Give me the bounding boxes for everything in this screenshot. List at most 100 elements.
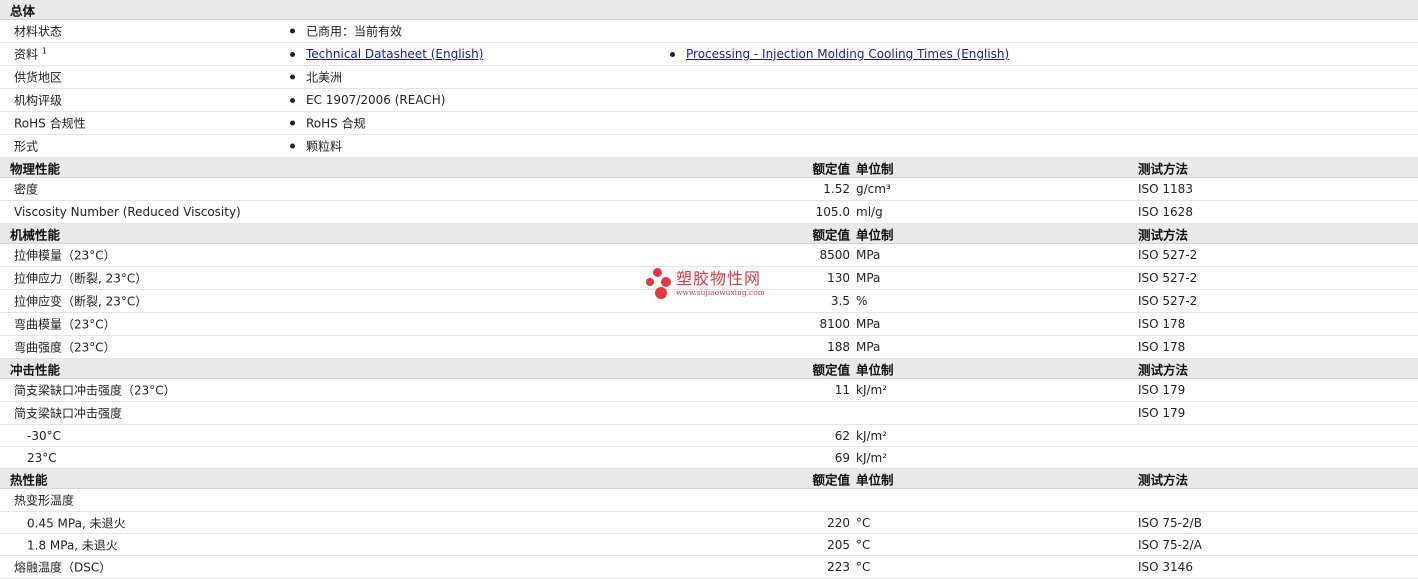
datasheet-link[interactable]: Technical Datasheet (English) xyxy=(306,47,483,61)
property-row: 拉伸应变（断裂, 23°C） 3.5% ISO 527-2 xyxy=(0,290,1418,313)
property-value: 1.52 xyxy=(823,182,850,196)
general-row: 机构评级 EC 1907/2006 (REACH) xyxy=(0,89,1418,112)
property-test-method: ISO 3146 xyxy=(1138,560,1193,574)
column-header-value: 额定值 xyxy=(812,362,850,377)
general-row: 材料状态 已商用：当前有效 xyxy=(0,20,1418,43)
general-row: RoHS 合规性 RoHS 合规 xyxy=(0,112,1418,135)
column-header-value: 额定值 xyxy=(812,227,850,242)
property-value: 188 xyxy=(827,340,850,354)
property-row: 弯曲强度（23°C） 188 MPa ISO 178 xyxy=(0,336,1418,359)
property-unit: kJ/m² xyxy=(856,383,888,397)
property-row: 简支梁缺口冲击强度 ISO 179 xyxy=(0,402,1418,425)
general-rows: 材料状态 已商用：当前有效资料 1 Technical Datasheet (Eng… xyxy=(0,20,1418,158)
datasheet: 总体 材料状态 已商用：当前有效资料 1 Technical Datasheet (… xyxy=(0,0,1418,579)
section-header: 物理性能 额定值 单位制 测试方法 xyxy=(0,158,1418,178)
property-unit: °C xyxy=(856,560,871,574)
property-row: 热变形温度 xyxy=(0,489,1418,512)
general-row-value: 已商用：当前有效 xyxy=(306,24,403,39)
property-label: 热变形温度 xyxy=(14,493,75,508)
property-value: 8500 xyxy=(819,248,850,262)
property-label: 密度 xyxy=(14,182,39,197)
section-header: 冲击性能 额定值 单位制 测试方法 xyxy=(0,359,1418,379)
section-title: 机械性能 xyxy=(10,227,61,242)
property-value: 223 xyxy=(827,560,850,574)
property-row: 0.45 MPa, 未退火 220 °C ISO 75-2/B xyxy=(0,512,1418,534)
property-label: 23°C xyxy=(27,450,57,465)
section-header: 机械性能 额定值 单位制 测试方法 xyxy=(0,224,1418,244)
property-row: 拉伸应力（断裂, 23°C） 130 MPa ISO 527-2 xyxy=(0,267,1418,290)
property-test-method: ISO 178 xyxy=(1138,317,1186,331)
general-row-label: 材料状态 xyxy=(14,24,63,39)
property-row: 23°C 69 kJ/m² xyxy=(0,447,1418,469)
general-row-value: 颗粒料 xyxy=(306,139,343,154)
property-label: 弯曲强度（23°C） xyxy=(14,340,116,355)
general-row-value: RoHS 合规 xyxy=(306,116,366,131)
property-test-method: ISO 527-2 xyxy=(1138,271,1198,285)
property-unit: % xyxy=(856,294,868,308)
general-row-value: 北美洲 xyxy=(306,70,343,85)
column-header-unit: 单位制 xyxy=(856,161,894,176)
property-test-method: ISO 178 xyxy=(1138,340,1186,354)
property-value: 8100 xyxy=(819,317,850,331)
property-test-method: ISO 75-2/A xyxy=(1138,537,1202,552)
property-label: 熔融温度（DSC） xyxy=(14,560,112,575)
property-row: Viscosity Number (Reduced Viscosity) 105.… xyxy=(0,201,1418,224)
general-row-label: RoHS 合规性 xyxy=(14,116,86,131)
general-row: 形式 颗粒料 xyxy=(0,135,1418,158)
property-value: 69 xyxy=(834,450,850,465)
column-header-value: 额定值 xyxy=(812,161,850,176)
bullet-icon xyxy=(670,51,675,57)
property-unit: °C xyxy=(856,515,871,530)
property-value: 220 xyxy=(827,515,850,530)
section-title: 冲击性能 xyxy=(10,362,61,377)
property-label: 1.8 MPa, 未退火 xyxy=(27,538,118,552)
general-row-label: 资料 1 xyxy=(14,46,47,62)
property-label: 拉伸应变（断裂, 23°C） xyxy=(14,294,148,309)
property-test-method: ISO 1183 xyxy=(1138,182,1193,196)
property-value: 62 xyxy=(834,428,850,443)
section-title: 物理性能 xyxy=(10,161,61,176)
property-unit: kJ/m² xyxy=(856,450,888,465)
property-label: 简支梁缺口冲击强度 xyxy=(14,406,123,421)
column-header-test-method: 测试方法 xyxy=(1138,472,1189,487)
property-unit: °C xyxy=(856,537,871,552)
section-header-general: 总体 xyxy=(0,0,1418,20)
property-sections: 物理性能 额定值 单位制 测试方法 密度 1.52 g/cm³ ISO 1183 Viscosi… xyxy=(0,158,1418,579)
property-test-method: ISO 527-2 xyxy=(1138,248,1198,262)
property-test-method: ISO 179 xyxy=(1138,383,1186,397)
section-title: 总体 xyxy=(10,3,36,18)
property-test-method: ISO 527-2 xyxy=(1138,294,1198,308)
property-label: -30°C xyxy=(27,428,61,443)
property-value: 105.0 xyxy=(815,205,850,219)
property-label: 0.45 MPa, 未退火 xyxy=(27,516,126,530)
column-header-test-method: 测试方法 xyxy=(1138,161,1189,176)
property-label: 简支梁缺口冲击强度（23°C） xyxy=(14,383,176,398)
property-unit: g/cm³ xyxy=(856,182,891,196)
column-header-unit: 单位制 xyxy=(856,227,894,242)
property-value: 11 xyxy=(834,383,850,397)
section-title: 热性能 xyxy=(10,472,48,487)
property-row: 简支梁缺口冲击强度（23°C） 11 kJ/m² ISO 179 xyxy=(0,379,1418,402)
property-row: -30°C 62 kJ/m² xyxy=(0,425,1418,447)
property-label: 拉伸应力（断裂, 23°C） xyxy=(14,271,148,286)
column-header-test-method: 测试方法 xyxy=(1138,362,1189,377)
bullet-icon xyxy=(290,120,295,126)
property-test-method: ISO 1628 xyxy=(1138,205,1193,219)
property-label: 拉伸模量（23°C） xyxy=(14,248,116,263)
bullet-icon xyxy=(290,97,295,103)
datasheet-link[interactable]: Processing - Injection Molding Cooling T… xyxy=(686,47,1009,61)
section-header: 热性能 额定值 单位制 测试方法 xyxy=(0,469,1418,489)
property-value: 3.5 xyxy=(830,294,850,308)
general-row: 供货地区 北美洲 xyxy=(0,66,1418,89)
general-row-label: 供货地区 xyxy=(14,70,63,85)
bullet-icon xyxy=(290,51,295,57)
bullet-icon xyxy=(290,143,295,149)
property-unit: ml/g xyxy=(856,205,883,219)
property-test-method: ISO 75-2/B xyxy=(1138,515,1202,530)
property-row: 1.8 MPa, 未退火 205 °C ISO 75-2/A xyxy=(0,534,1418,556)
general-row-label: 机构评级 xyxy=(14,93,63,108)
property-unit: kJ/m² xyxy=(856,428,888,443)
column-header-unit: 单位制 xyxy=(856,362,894,377)
property-value: 130 xyxy=(827,271,850,285)
property-label: Viscosity Number (Reduced Viscosity) xyxy=(14,205,241,219)
